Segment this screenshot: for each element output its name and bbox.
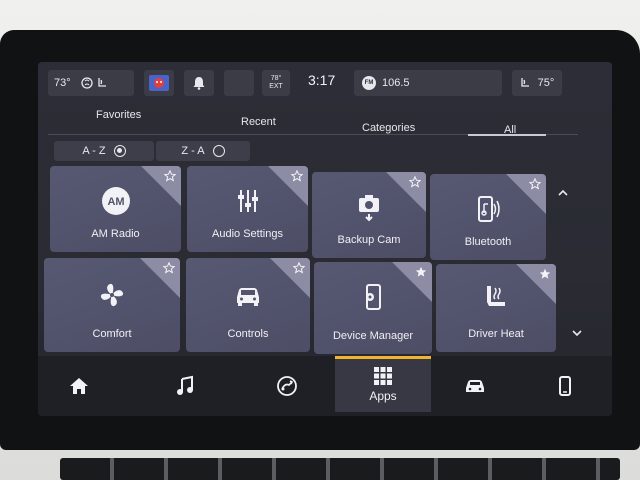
tab-active-indicator (468, 134, 546, 136)
apps-grid-icon (374, 366, 392, 385)
avatar-icon (149, 75, 169, 91)
exterior-temp: 78° EXT (262, 70, 290, 96)
device-manager-icon (366, 284, 381, 310)
am-radio-icon: AM (101, 187, 130, 215)
infotainment-screen: 73° 78° EXT 3:17 FM 106.5 75° Favorites … (38, 62, 612, 416)
sort-z-a-button[interactable]: Z - A (156, 141, 250, 161)
heated-seat-icon (521, 78, 529, 87)
navigation-icon (277, 376, 297, 396)
exterior-temp-value: 78° (270, 75, 282, 82)
app-tile-controls[interactable]: Controls (186, 258, 310, 352)
car-icon (466, 380, 484, 392)
svg-text:AM: AM (107, 196, 124, 208)
nav-phone-button[interactable] (544, 356, 586, 416)
radio-unselected-icon (212, 145, 225, 157)
bottom-nav-bar: Apps (38, 356, 612, 416)
scroll-up-icon[interactable] (556, 186, 570, 200)
category-tabs: Favorites Recent Categories All (38, 102, 612, 144)
app-label: Device Manager (332, 330, 414, 342)
tab-recent[interactable]: Recent (241, 116, 276, 128)
favorite-star-filled-icon[interactable] (415, 266, 427, 278)
climate-left-box[interactable]: 73° (48, 70, 134, 96)
backup-cam-icon (359, 195, 379, 222)
profile-avatar[interactable] (144, 70, 174, 96)
favorite-star-outline-icon[interactable] (291, 170, 303, 182)
app-tile-audio-settings[interactable]: Audio Settings (187, 166, 308, 252)
app-label: Driver Heat (468, 328, 524, 340)
audio-settings-icon (237, 190, 258, 212)
radio-now-playing[interactable]: FM 106.5 (354, 70, 502, 96)
sort-z-a-label: Z - A (181, 145, 205, 157)
heated-seat-icon (80, 77, 106, 89)
air-vents (60, 458, 620, 480)
app-tile-backup-cam[interactable]: Backup Cam (312, 172, 426, 258)
temp-left: 73° (54, 77, 71, 89)
app-label: Audio Settings (212, 228, 283, 240)
active-indicator (335, 356, 431, 359)
exterior-temp-label: EXT (269, 83, 283, 90)
nav-media-button[interactable] (164, 356, 206, 416)
nav-apps-label: Apps (369, 388, 397, 403)
scroll-down-icon[interactable] (570, 326, 584, 340)
fan-icon (100, 283, 124, 307)
bluetooth-phone-icon (478, 196, 500, 222)
notifications-button[interactable] (184, 70, 214, 96)
nav-navigation-button[interactable] (266, 356, 308, 416)
sort-a-z-button[interactable]: A - Z (54, 141, 154, 161)
music-note-icon (177, 375, 193, 395)
heated-seat-icon (487, 286, 505, 306)
radio-station: 106.5 (382, 77, 410, 89)
favorite-star-outline-icon[interactable] (164, 170, 176, 182)
radio-selected-icon (113, 145, 126, 157)
app-label: Controls (227, 328, 269, 340)
fm-badge: FM (362, 76, 376, 90)
favorite-star-outline-icon[interactable] (163, 262, 175, 274)
favorite-star-filled-icon[interactable] (539, 268, 551, 280)
sort-a-z-label: A - Z (82, 145, 106, 157)
status-blank-slot (224, 70, 254, 96)
bell-icon (193, 77, 205, 90)
clock: 3:17 (308, 72, 336, 88)
app-label: AM Radio (91, 228, 140, 240)
app-tile-driver-heat[interactable]: Driver Heat (436, 264, 556, 352)
climate-right-box[interactable]: 75° (512, 70, 562, 96)
app-label: Backup Cam (337, 234, 401, 246)
nav-vehicle-button[interactable] (454, 356, 496, 416)
app-tile-am-radio[interactable]: AM AM Radio (50, 166, 181, 252)
car-icon (237, 288, 259, 306)
home-icon (70, 378, 88, 394)
app-label: Bluetooth (464, 236, 512, 248)
tab-favorites[interactable]: Favorites (96, 109, 141, 121)
app-label: Comfort (92, 328, 132, 340)
status-bar: 73° 78° EXT 3:17 FM 106.5 75° (48, 68, 602, 98)
favorite-star-outline-icon[interactable] (293, 262, 305, 274)
tab-categories[interactable]: Categories (362, 122, 415, 134)
favorite-star-outline-icon[interactable] (529, 178, 541, 190)
app-tile-device-manager[interactable]: Device Manager (314, 262, 432, 354)
app-tile-bluetooth[interactable]: Bluetooth (430, 174, 546, 260)
phone-icon (559, 376, 571, 396)
temp-right: 75° (537, 77, 555, 89)
app-tile-comfort[interactable]: Comfort (44, 258, 180, 352)
nav-apps-button[interactable]: Apps (335, 356, 431, 412)
favorite-star-outline-icon[interactable] (409, 176, 421, 188)
nav-home-button[interactable] (58, 356, 100, 416)
